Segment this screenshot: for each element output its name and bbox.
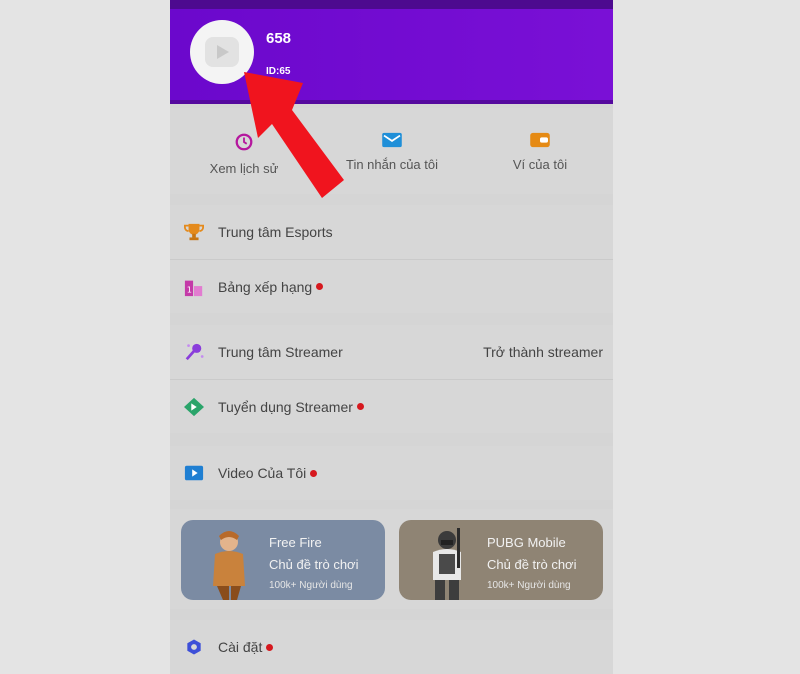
esports-section: Trung tâm Esports 1 Bảng xếp hạng bbox=[170, 205, 613, 313]
menu-item-esports[interactable]: Trung tâm Esports bbox=[170, 205, 613, 259]
status-bar bbox=[170, 0, 613, 9]
messages-button[interactable]: Tin nhắn của tôi bbox=[318, 132, 466, 174]
app-screen: 658 ID:65 Xem lịch sử Tin nhắn của tôi V… bbox=[170, 0, 613, 674]
menu-item-label: Tuyển dụng Streamer bbox=[218, 398, 353, 415]
game-card-subtitle: Chủ đề trò chơi bbox=[269, 557, 359, 572]
game-card-free-fire[interactable]: Free Fire Chủ đề trò chơi 100k+ Người dù… bbox=[181, 520, 385, 600]
pubg-character-image bbox=[433, 528, 461, 600]
avatar[interactable] bbox=[190, 20, 254, 84]
game-card-title: PUBG Mobile bbox=[487, 535, 566, 550]
menu-item-my-videos[interactable]: Video Của Tôi bbox=[170, 446, 613, 500]
wallet-button[interactable]: Ví của tôi bbox=[466, 132, 613, 174]
video-icon bbox=[182, 462, 206, 484]
menu-item-label: Bảng xếp hạng bbox=[218, 278, 313, 295]
streamer-section: Trung tâm Streamer Trở thành streamer Tu… bbox=[170, 325, 613, 433]
menu-item-label: Cài đặt bbox=[218, 639, 263, 655]
username: 658 bbox=[266, 30, 292, 47]
history-button[interactable]: Xem lịch sử bbox=[170, 132, 318, 178]
menu-item-streamer-center[interactable]: Trung tâm Streamer Trở thành streamer bbox=[170, 325, 613, 379]
svg-text:1: 1 bbox=[187, 284, 192, 294]
game-card-subtitle: Chủ đề trò chơi bbox=[487, 557, 577, 572]
clock-icon bbox=[235, 133, 253, 151]
free-fire-character-image bbox=[213, 531, 245, 600]
menu-item-streamer-recruit[interactable]: Tuyển dụng Streamer bbox=[170, 379, 613, 433]
game-card-users: 100k+ Người dùng bbox=[269, 580, 353, 591]
wallet-icon bbox=[530, 132, 550, 148]
menu-item-label: Trung tâm Streamer bbox=[218, 344, 343, 360]
notification-dot bbox=[310, 469, 318, 477]
trophy-icon bbox=[182, 221, 206, 243]
menu-item-settings[interactable]: Cài đặt bbox=[170, 620, 613, 674]
menu-item-label: Trung tâm Esports bbox=[218, 224, 333, 240]
game-card-pubg[interactable]: PUBG Mobile Chủ đề trò chơi 100k+ Người … bbox=[399, 520, 603, 600]
game-card-users: 100k+ Người dùng bbox=[487, 580, 571, 591]
mail-icon bbox=[382, 132, 402, 148]
messages-label: Tin nhắn của tôi bbox=[345, 157, 439, 172]
header-divider bbox=[170, 100, 613, 104]
become-streamer-link[interactable]: Trở thành streamer bbox=[483, 344, 603, 360]
history-label: Xem lịch sử bbox=[209, 161, 279, 176]
notification-dot bbox=[266, 643, 274, 651]
menu-item-label: Video Của Tôi bbox=[218, 465, 307, 481]
notification-dot bbox=[316, 283, 324, 290]
user-id: ID:65 bbox=[266, 66, 291, 77]
avatar-placeholder-icon bbox=[205, 37, 239, 67]
menu-item-leaderboard[interactable]: 1 Bảng xếp hạng bbox=[170, 259, 613, 313]
game-cards: Free Fire Chủ đề trò chơi 100k+ Người dù… bbox=[170, 509, 613, 609]
settings-section: Cài đặt bbox=[170, 620, 613, 674]
microphone-icon bbox=[182, 341, 206, 363]
game-card-title: Free Fire bbox=[269, 535, 322, 550]
notification-dot bbox=[356, 403, 364, 410]
gear-icon bbox=[182, 636, 206, 658]
video-section: Video Của Tôi bbox=[170, 446, 613, 500]
leaderboard-icon: 1 bbox=[182, 276, 206, 298]
profile-header: 658 ID:65 bbox=[170, 0, 613, 104]
recruit-icon bbox=[182, 396, 206, 418]
quick-actions: Xem lịch sử Tin nhắn của tôi Ví của tôi bbox=[170, 108, 613, 194]
wallet-label: Ví của tôi bbox=[512, 157, 568, 172]
